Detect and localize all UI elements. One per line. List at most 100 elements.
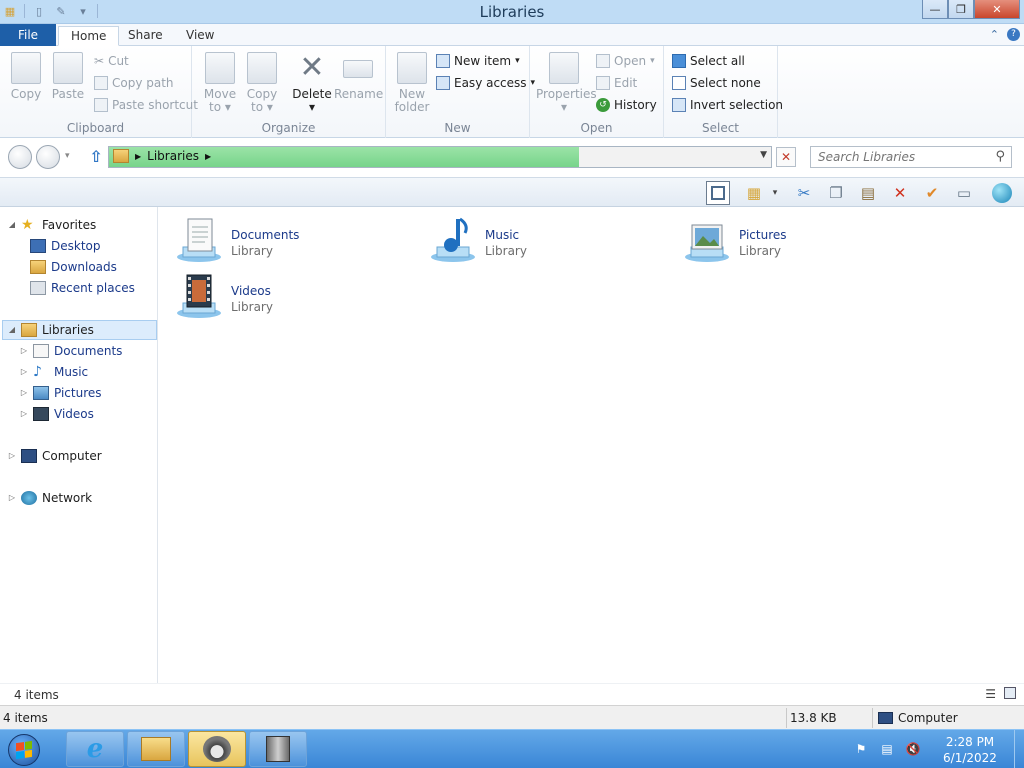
rename-icon	[343, 60, 373, 78]
large-icons-view-icon[interactable]	[1004, 687, 1016, 699]
videos-library-icon	[177, 274, 221, 318]
nav-item-pictures[interactable]: ▷ Pictures	[20, 383, 102, 403]
copy-icon[interactable]: ❐	[824, 181, 848, 205]
history-button[interactable]: ↺ History	[596, 96, 657, 114]
organize-group: Move to ▾ Copy to ▾ ✕ Delete ▾ Rename Or…	[192, 46, 386, 138]
start-button[interactable]	[2, 732, 56, 767]
folder-options-icon[interactable]: ▦	[742, 181, 766, 205]
tab-share[interactable]: Share	[116, 26, 175, 46]
taskbar-internet-explorer[interactable]: e	[66, 731, 124, 767]
address-bar[interactable]: ▶ Libraries ▶ ▼	[108, 146, 772, 168]
copy-path-button[interactable]: Copy path	[94, 74, 174, 92]
select-all-button[interactable]: Select all	[672, 52, 745, 70]
close-button[interactable]: ✕	[974, 0, 1020, 19]
show-desktop-button[interactable]	[1014, 730, 1024, 768]
expand-arrow-icon[interactable]: ▷	[20, 362, 28, 382]
edit-button[interactable]: Edit	[596, 74, 637, 92]
search-icon[interactable]: ⚲	[995, 149, 1005, 164]
checkmark-icon[interactable]: ✔	[920, 181, 944, 205]
expand-arrow-icon[interactable]: ▷	[20, 341, 28, 361]
nav-item-downloads[interactable]: Downloads	[30, 257, 117, 277]
tab-view[interactable]: View	[174, 26, 226, 46]
up-arrow-icon[interactable]: ⇧	[87, 147, 105, 167]
properties-icon	[549, 52, 579, 84]
forward-button[interactable]	[36, 145, 60, 169]
paste-shortcut-button[interactable]: Paste shortcut	[94, 96, 198, 114]
library-item-music[interactable]: Music Library	[413, 213, 643, 263]
select-none-button[interactable]: Select none	[672, 74, 761, 92]
libraries-icon	[21, 323, 37, 337]
cut-icon[interactable]: ✂	[792, 181, 816, 205]
search-input[interactable]	[811, 147, 981, 167]
expand-arrow-icon[interactable]: ▷	[20, 383, 28, 403]
paste-icon	[53, 52, 83, 84]
copy-icon	[11, 52, 41, 84]
window-controls: — ❐ ✕	[922, 0, 1020, 19]
action-center-flag-icon[interactable]: ⚑	[852, 742, 870, 758]
properties-button[interactable]: Properties ▾	[536, 52, 597, 114]
restore-button[interactable]: ❐	[948, 0, 974, 19]
chevron-down-icon[interactable]: ▾	[768, 181, 782, 205]
taskbar-raccoon-app[interactable]	[188, 731, 246, 767]
library-item-pictures[interactable]: Pictures Library	[667, 213, 897, 263]
chevron-right-icon[interactable]: ▶	[135, 152, 141, 161]
nav-item-computer[interactable]: ▷ Computer	[8, 446, 102, 466]
taskbar-file-explorer[interactable]	[127, 731, 185, 767]
network-status-icon[interactable]: ▤	[878, 742, 896, 758]
clock[interactable]: 2:28 PM 6/1/2022	[930, 734, 1010, 766]
easy-access-icon	[436, 76, 450, 90]
delete-icon[interactable]: ✕	[888, 181, 912, 205]
copy-to-button[interactable]: Copy to ▾	[240, 52, 284, 114]
library-item-videos[interactable]: Videos Library	[159, 269, 389, 319]
rename-button[interactable]: Rename	[334, 52, 383, 101]
expand-arrow-icon[interactable]: ◢	[8, 215, 16, 235]
volume-muted-icon[interactable]: 🔇	[904, 742, 922, 758]
back-button[interactable]	[8, 145, 32, 169]
expand-arrow-icon[interactable]: ◢	[8, 320, 16, 340]
nav-item-favorites[interactable]: ◢ ★ Favorites	[8, 215, 96, 235]
nav-item-documents[interactable]: ▷ Documents	[20, 341, 122, 361]
nav-item-music[interactable]: ▷ ♪ Music	[20, 362, 88, 382]
expand-arrow-icon[interactable]: ▷	[8, 446, 16, 466]
tab-home[interactable]: Home	[58, 26, 120, 46]
collapse-ribbon-icon[interactable]: ⌃	[990, 28, 999, 41]
nav-item-desktop[interactable]: Desktop	[30, 236, 101, 256]
library-item-documents[interactable]: Documents Library	[159, 213, 389, 263]
invert-selection-button[interactable]: Invert selection	[672, 96, 783, 114]
minimize-button[interactable]: —	[922, 0, 948, 19]
search-box[interactable]: ⚲	[810, 146, 1012, 168]
library-name: Videos	[231, 284, 271, 298]
delete-button[interactable]: ✕ Delete ▾	[290, 52, 334, 114]
nav-item-videos[interactable]: ▷ Videos	[20, 404, 94, 424]
copy-to-icon	[247, 52, 277, 84]
help-icon[interactable]: ?	[1007, 28, 1020, 41]
address-dropdown-icon[interactable]: ▼	[760, 150, 767, 160]
chevron-right-icon[interactable]: ▶	[205, 152, 211, 161]
rename-icon[interactable]: ▭	[952, 181, 976, 205]
nav-item-network[interactable]: ▷ Network	[8, 488, 92, 508]
copy-button[interactable]: Copy	[4, 52, 48, 101]
globe-icon[interactable]	[990, 181, 1014, 205]
breadcrumb-libraries[interactable]: Libraries	[147, 149, 199, 163]
open-button[interactable]: Open ▾	[596, 52, 655, 70]
recent-locations-icon[interactable]: ▾	[65, 151, 70, 161]
preview-pane-icon[interactable]	[706, 181, 730, 205]
new-folder-button[interactable]: New folder	[390, 52, 434, 114]
tab-file[interactable]: File	[0, 24, 56, 46]
new-item-button[interactable]: New item ▾	[436, 52, 520, 70]
easy-access-button[interactable]: Easy access ▾	[436, 74, 535, 92]
expand-arrow-icon[interactable]: ▷	[20, 404, 28, 424]
taskbar-server-manager[interactable]	[249, 731, 307, 767]
nav-item-recent-places[interactable]: Recent places	[30, 278, 135, 298]
breadcrumb: ▶ Libraries ▶	[113, 149, 211, 163]
expand-arrow-icon[interactable]: ▷	[8, 488, 16, 508]
nav-item-libraries[interactable]: ◢ Libraries	[2, 320, 157, 340]
details-view-icon[interactable]: ☰	[985, 687, 996, 701]
taskbar: e ⚑ ▤ 🔇 2:28 PM 6/1/2022	[0, 729, 1024, 768]
stop-icon[interactable]: ✕	[776, 147, 796, 167]
cut-button[interactable]: ✂ Cut	[94, 52, 129, 70]
move-to-button[interactable]: Move to ▾	[198, 52, 242, 114]
paste-icon[interactable]: ▤	[856, 181, 880, 205]
status-location: Computer	[878, 711, 958, 725]
paste-button[interactable]: Paste	[46, 52, 90, 101]
